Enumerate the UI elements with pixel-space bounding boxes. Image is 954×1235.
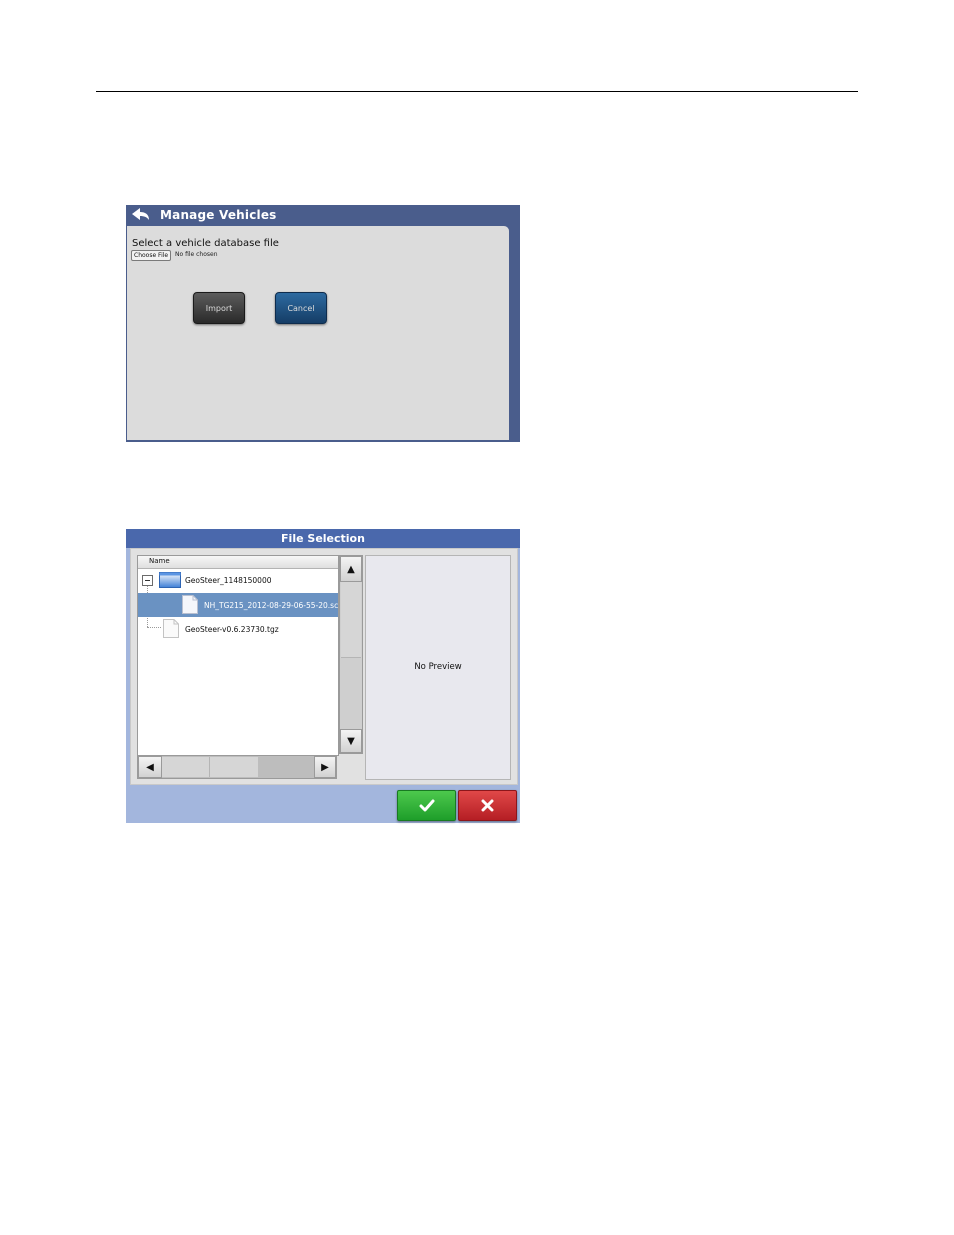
- file-selection-title-bar: File Selection: [126, 529, 520, 548]
- horizontal-scrollbar[interactable]: ◀ ▶: [137, 755, 337, 779]
- arrow-down-icon[interactable]: ▼: [340, 729, 362, 753]
- checkmark-icon: [419, 799, 434, 811]
- tree-row-folder[interactable]: GeoSteer_1148150000: [138, 569, 338, 591]
- folder-icon: [159, 572, 181, 588]
- x-icon: [481, 799, 494, 812]
- horizontal-scroll-thumb[interactable]: [162, 757, 258, 777]
- tree-row-label: GeoSteer_1148150000: [185, 576, 272, 585]
- file-selection-content: Name GeoSteer_1148150000 NH_TG215_2012-0…: [130, 548, 518, 785]
- close-button[interactable]: [458, 790, 517, 821]
- name-column-header[interactable]: Name: [138, 556, 338, 569]
- manage-vehicles-title: Manage Vehicles: [160, 208, 277, 222]
- manage-vehicles-title-bar: Manage Vehicles: [126, 205, 520, 226]
- page-header-rule: [96, 91, 858, 92]
- file-icon: [163, 619, 179, 638]
- collapse-toggle-icon[interactable]: [142, 575, 153, 586]
- vertical-scrollbar[interactable]: ▲ ▼: [339, 555, 363, 754]
- name-column-label: Name: [149, 557, 170, 565]
- cancel-button[interactable]: Cancel: [275, 292, 327, 324]
- file-list: Name GeoSteer_1148150000 NH_TG215_2012-0…: [137, 555, 339, 756]
- file-selection-dialog: File Selection Name GeoSteer_1148150000: [126, 529, 520, 823]
- choose-file-button[interactable]: Choose File: [131, 250, 172, 261]
- preview-text: No Preview: [414, 662, 462, 672]
- file-selection-title: File Selection: [281, 532, 365, 545]
- back-arrow-icon[interactable]: [130, 207, 152, 223]
- manage-vehicles-screen: Manage Vehicles Select a vehicle databas…: [126, 205, 520, 442]
- file-icon: [182, 595, 198, 614]
- tree-row-file-selected[interactable]: NH_TG215_2012-08-29-06-55-20.sc: [138, 593, 338, 617]
- arrow-left-icon[interactable]: ◀: [138, 756, 162, 778]
- manage-vehicles-body: Select a vehicle database file Choose Fi…: [127, 226, 509, 440]
- preview-pane: No Preview: [365, 555, 511, 780]
- import-button[interactable]: Import: [193, 292, 245, 324]
- arrow-right-icon[interactable]: ▶: [314, 756, 336, 778]
- vertical-scroll-thumb[interactable]: [341, 582, 361, 658]
- tree-row-file[interactable]: GeoSteer-v0.6.23730.tgz: [138, 617, 338, 639]
- tree-row-label: NH_TG215_2012-08-29-06-55-20.sc: [204, 601, 339, 610]
- arrow-up-icon[interactable]: ▲: [340, 556, 362, 582]
- ok-button[interactable]: [397, 790, 456, 821]
- file-status-text: No file chosen: [175, 251, 218, 258]
- tree-row-label: GeoSteer-v0.6.23730.tgz: [185, 625, 279, 634]
- vehicle-file-prompt: Select a vehicle database file: [132, 238, 279, 249]
